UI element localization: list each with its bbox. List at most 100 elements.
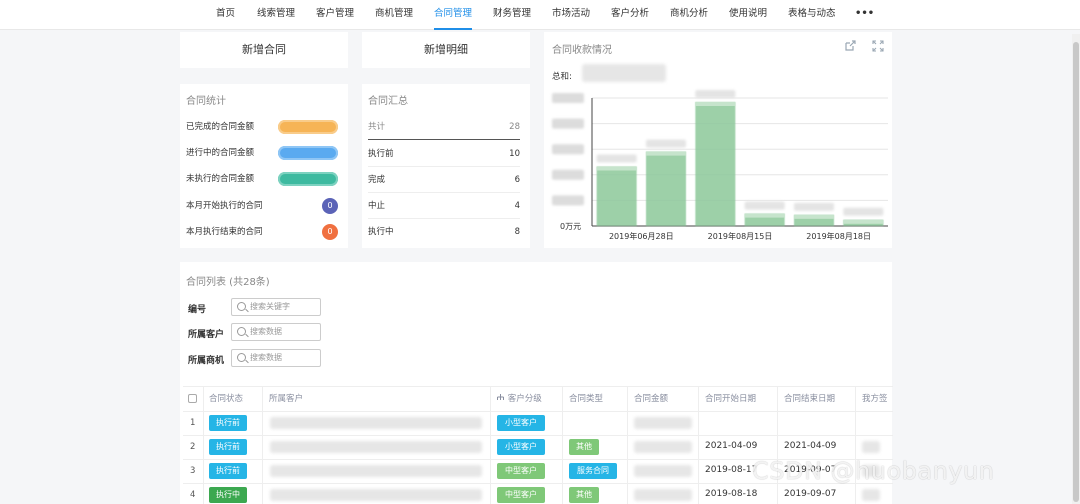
page-scrollbar[interactable] xyxy=(1072,34,1080,504)
column-header-type[interactable]: 合同类型 xyxy=(569,392,603,404)
opportunity-search-input[interactable]: 搜索数据 xyxy=(231,349,321,367)
summary-label: 执行中 xyxy=(368,227,394,237)
search-placeholder: 搜索关键字 xyxy=(250,302,290,311)
stat-label: 进行中的合同金额 xyxy=(186,148,255,158)
stat-pending-amount: 未执行的合同金额 xyxy=(186,169,338,189)
blurred-y-tick xyxy=(552,195,584,206)
end-date: 2021-04-09 xyxy=(784,441,837,451)
column-header-customer[interactable]: 所属客户 xyxy=(269,392,303,404)
summary-row: 中止 4 xyxy=(368,193,520,219)
blurred-signer xyxy=(862,441,880,453)
contract-summary-title: 合同汇总 xyxy=(368,96,408,107)
stat-ongoing-amount: 进行中的合同金额 xyxy=(186,143,338,163)
nav-customers[interactable]: 客户管理 xyxy=(316,0,354,30)
scrollbar-thumb[interactable] xyxy=(1073,42,1079,502)
hierarchy-icon xyxy=(497,394,504,400)
status-badge: 执行前 xyxy=(209,463,247,479)
y-tick-label-zero: 0万元 xyxy=(560,222,581,231)
nav-finance[interactable]: 财务管理 xyxy=(493,0,531,30)
chart-bar-cap xyxy=(646,151,686,156)
column-divider xyxy=(203,386,204,504)
summary-row: 执行中 8 xyxy=(368,219,520,245)
blurred-data-label xyxy=(843,207,884,216)
status-badge: 执行中 xyxy=(209,487,247,503)
column-divider xyxy=(262,386,263,504)
stat-completed-amount: 已完成的合同金额 xyxy=(186,117,338,137)
more-icon[interactable]: ••• xyxy=(855,0,874,30)
column-header-our-signer[interactable]: 我方签 xyxy=(862,392,892,404)
number-search-input[interactable]: 搜索关键字 xyxy=(231,298,321,316)
search-placeholder: 搜索数据 xyxy=(250,353,282,362)
table-border xyxy=(183,386,893,387)
contract-stats-title: 合同统计 xyxy=(186,96,226,107)
blurred-customer xyxy=(270,441,482,453)
row-number: 4 xyxy=(190,490,196,500)
select-all-checkbox[interactable] xyxy=(188,394,197,403)
type-badge: 其他 xyxy=(569,487,599,503)
level-badge: 中型客户 xyxy=(497,463,545,479)
payment-chart-panel: 合同收款情况 总和: 0万元 2019年06月28日 2019年08月15日 2019… xyxy=(544,32,892,248)
blurred-amount xyxy=(634,417,692,429)
column-divider xyxy=(627,386,628,504)
chart-bar-cap xyxy=(843,219,884,224)
chart-bar xyxy=(695,102,736,226)
filter-label-number: 编号 xyxy=(188,305,207,315)
summary-label: 中止 xyxy=(368,201,386,211)
stat-bar xyxy=(278,120,338,134)
end-date: 2019-09-07 xyxy=(784,489,837,499)
nav-opportunities[interactable]: 商机管理 xyxy=(375,0,413,30)
row-number: 3 xyxy=(190,466,196,476)
payment-bar-chart: 0万元 2019年06月28日 2019年08月15日 2019年08月18日 xyxy=(552,90,888,241)
column-divider xyxy=(777,386,778,504)
column-header-level[interactable]: 客户分级 xyxy=(496,392,542,404)
chart-bar-cap xyxy=(596,166,637,171)
blurred-signer xyxy=(862,489,880,501)
x-tick-label: 2019年06月28日 xyxy=(609,231,674,241)
blurred-data-label xyxy=(695,90,736,98)
chart-bar-cap xyxy=(744,213,785,218)
summary-row: 执行前 10 xyxy=(368,141,520,167)
chart-bar xyxy=(596,166,637,226)
summary-value: 8 xyxy=(514,227,520,237)
column-divider xyxy=(855,386,856,504)
blurred-customer xyxy=(270,465,482,477)
summary-label: 执行前 xyxy=(368,149,394,159)
filter-label-opportunity: 所属商机 xyxy=(188,356,225,366)
nav-contracts[interactable]: 合同管理 xyxy=(434,0,473,30)
row-divider xyxy=(183,435,893,436)
stat-month-start: 本月开始执行的合同 0 xyxy=(186,196,338,216)
top-navigation: 首页 线索管理 客户管理 商机管理 合同管理 财务管理 市场活动 客户分析 商机… xyxy=(0,0,1080,30)
column-header-amount[interactable]: 合同金额 xyxy=(634,392,668,404)
table-header-divider xyxy=(183,411,893,412)
nav-opportunity-analysis[interactable]: 商机分析 xyxy=(670,0,708,30)
stat-label: 已完成的合同金额 xyxy=(186,122,255,132)
column-divider xyxy=(698,386,699,504)
nav-customer-analysis[interactable]: 客户分析 xyxy=(611,0,649,30)
blurred-data-label xyxy=(794,202,834,211)
level-badge: 小型客户 xyxy=(497,415,545,431)
column-header-start-date[interactable]: 合同开始日期 xyxy=(705,392,756,404)
summary-value: 10 xyxy=(509,149,520,159)
nav-home[interactable]: 首页 xyxy=(216,0,235,30)
blurred-amount xyxy=(634,441,692,453)
blurred-y-tick xyxy=(552,118,584,129)
contract-summary-panel: 合同汇总 共计 28 执行前 10 完成 6 中止 4 执行中 8 xyxy=(362,84,530,248)
x-tick-label: 2019年08月18日 xyxy=(806,231,871,241)
blurred-y-tick xyxy=(552,169,584,180)
nav-instructions[interactable]: 使用说明 xyxy=(729,0,767,30)
column-header-status[interactable]: 合同状态 xyxy=(209,392,243,404)
customer-search-input[interactable]: 搜索数据 xyxy=(231,323,321,341)
blurred-data-label xyxy=(596,154,637,163)
new-detail-button[interactable]: 新增明细 xyxy=(362,32,530,68)
column-header-end-date[interactable]: 合同结束日期 xyxy=(784,392,835,404)
status-badge: 执行前 xyxy=(209,415,247,431)
nav-marketing[interactable]: 市场活动 xyxy=(552,0,590,30)
new-contract-button[interactable]: 新增合同 xyxy=(180,32,348,68)
blurred-customer xyxy=(270,417,482,429)
nav-leads[interactable]: 线索管理 xyxy=(257,0,295,30)
summary-total-row: 共计 28 xyxy=(368,114,520,140)
stat-label: 未执行的合同金额 xyxy=(186,174,255,184)
chart-bar-cap xyxy=(794,214,834,219)
nav-tables-feeds[interactable]: 表格与动态 xyxy=(788,0,836,30)
summary-value: 28 xyxy=(509,122,520,132)
